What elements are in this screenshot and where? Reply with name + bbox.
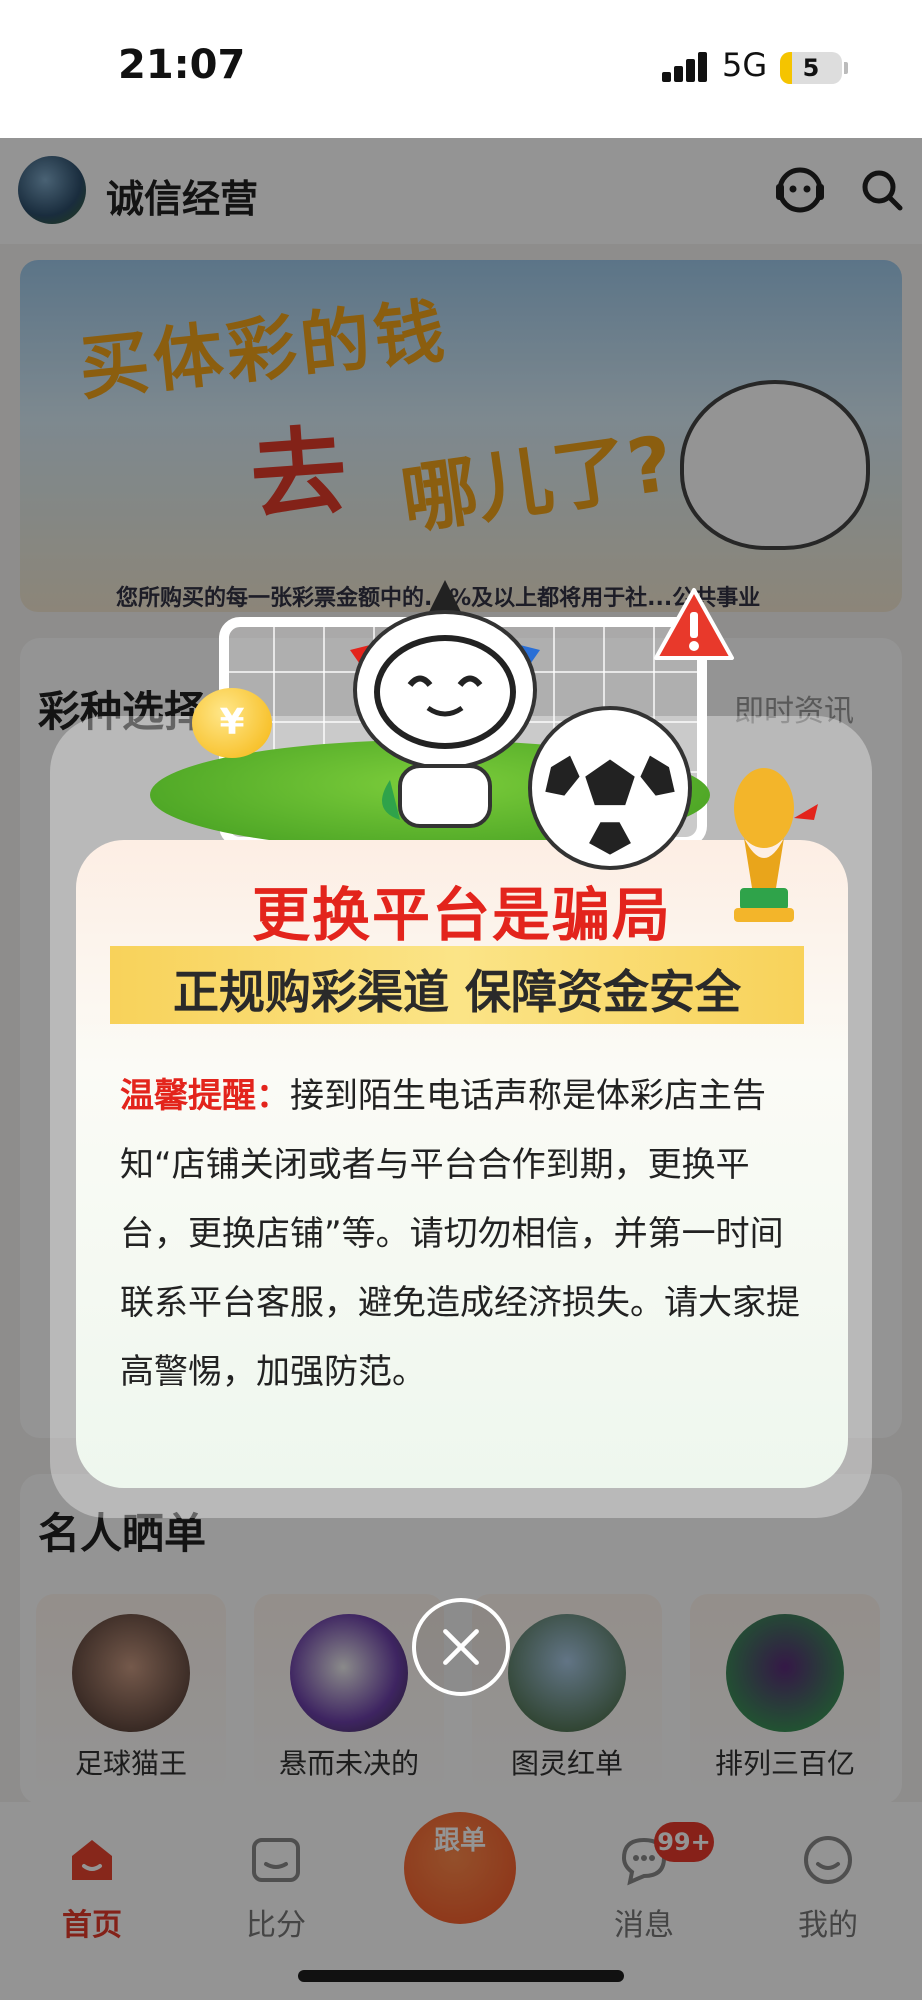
status-bar: 21:07 5G 5: [0, 0, 922, 138]
battery-icon: 5: [780, 52, 842, 84]
warning-text: 接到陌生电话声称是体彩店主告知“店铺关闭或者与平台合作到期，更换平台，更换店铺”…: [120, 1076, 800, 1392]
status-time: 21:07: [118, 42, 246, 88]
trophy-icon: [734, 768, 818, 922]
battery-tip: [844, 62, 848, 74]
cellular-signal-icon: [662, 52, 710, 82]
coin-symbol: ¥: [219, 702, 245, 743]
close-icon[interactable]: [412, 1598, 510, 1696]
dialog-subtitle-ribbon: 正规购彩渠道 保障资金安全: [110, 946, 804, 1024]
mascot-icon: [350, 580, 540, 828]
warning-label: 温馨提醒：: [120, 1076, 290, 1116]
battery-level: 5: [802, 54, 820, 82]
warning-icon: [654, 588, 734, 660]
network-type: 5G: [722, 46, 768, 84]
dialog-subtitle: 正规购彩渠道 保障资金安全: [172, 965, 741, 1019]
coin-icon: ¥: [192, 688, 272, 758]
football-icon: [528, 706, 692, 870]
dialog-body: 温馨提醒：接到陌生电话声称是体彩店主告知“店铺关闭或者与平台合作到期，更换平台，…: [120, 1062, 810, 1407]
home-indicator: [298, 1970, 624, 1982]
